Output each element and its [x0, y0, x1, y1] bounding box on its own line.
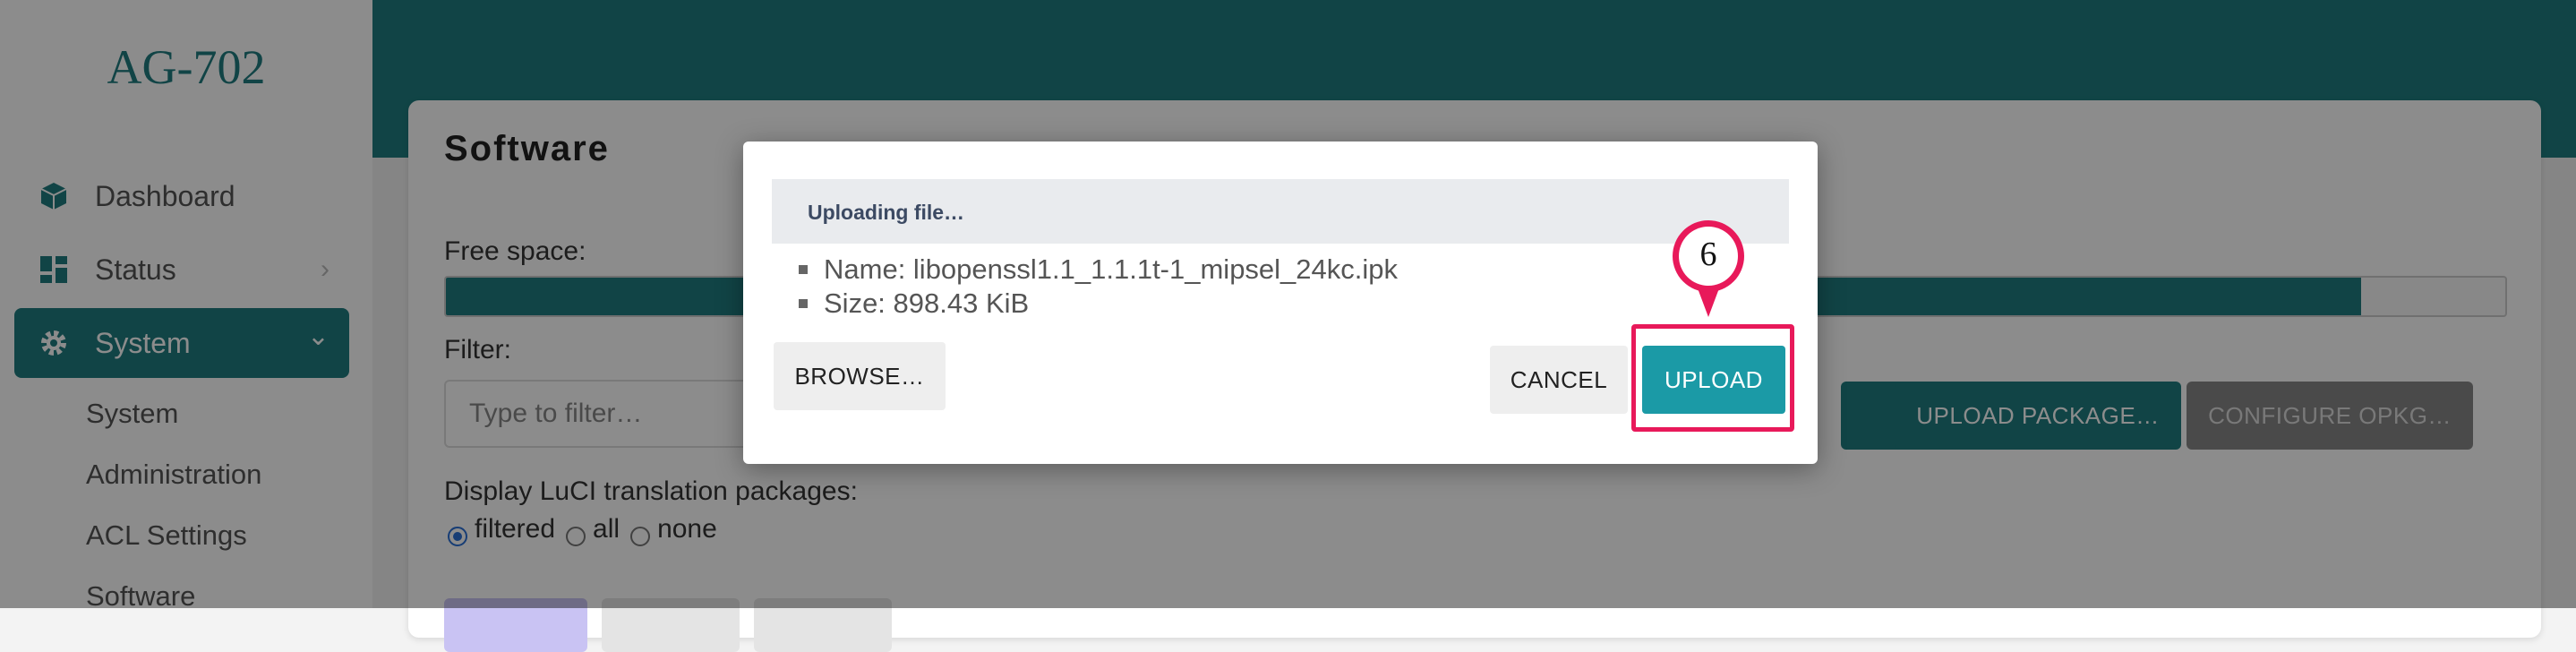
file-info-list: Name: libopenssl1.1_1.1.1t-1_mipsel_24kc…: [799, 253, 1398, 321]
browse-button[interactable]: BROWSE…: [774, 342, 946, 410]
file-name: Name: libopenssl1.1_1.1.1t-1_mipsel_24kc…: [824, 253, 1399, 285]
list-item: Name: libopenssl1.1_1.1.1t-1_mipsel_24kc…: [799, 253, 1398, 287]
list-item: Size: 898.43 KiB: [799, 287, 1398, 321]
dialog-header: Uploading file…: [772, 179, 1789, 244]
bullet-icon: [799, 299, 808, 308]
step-marker: 6: [1665, 217, 1751, 324]
cancel-button[interactable]: CANCEL: [1490, 346, 1628, 414]
file-size: Size: 898.43 KiB: [824, 287, 1030, 319]
step-number: 6: [1699, 236, 1717, 273]
upload-highlight-box: [1631, 324, 1794, 432]
dialog-title: Uploading file…: [808, 201, 965, 224]
bullet-icon: [799, 265, 808, 274]
